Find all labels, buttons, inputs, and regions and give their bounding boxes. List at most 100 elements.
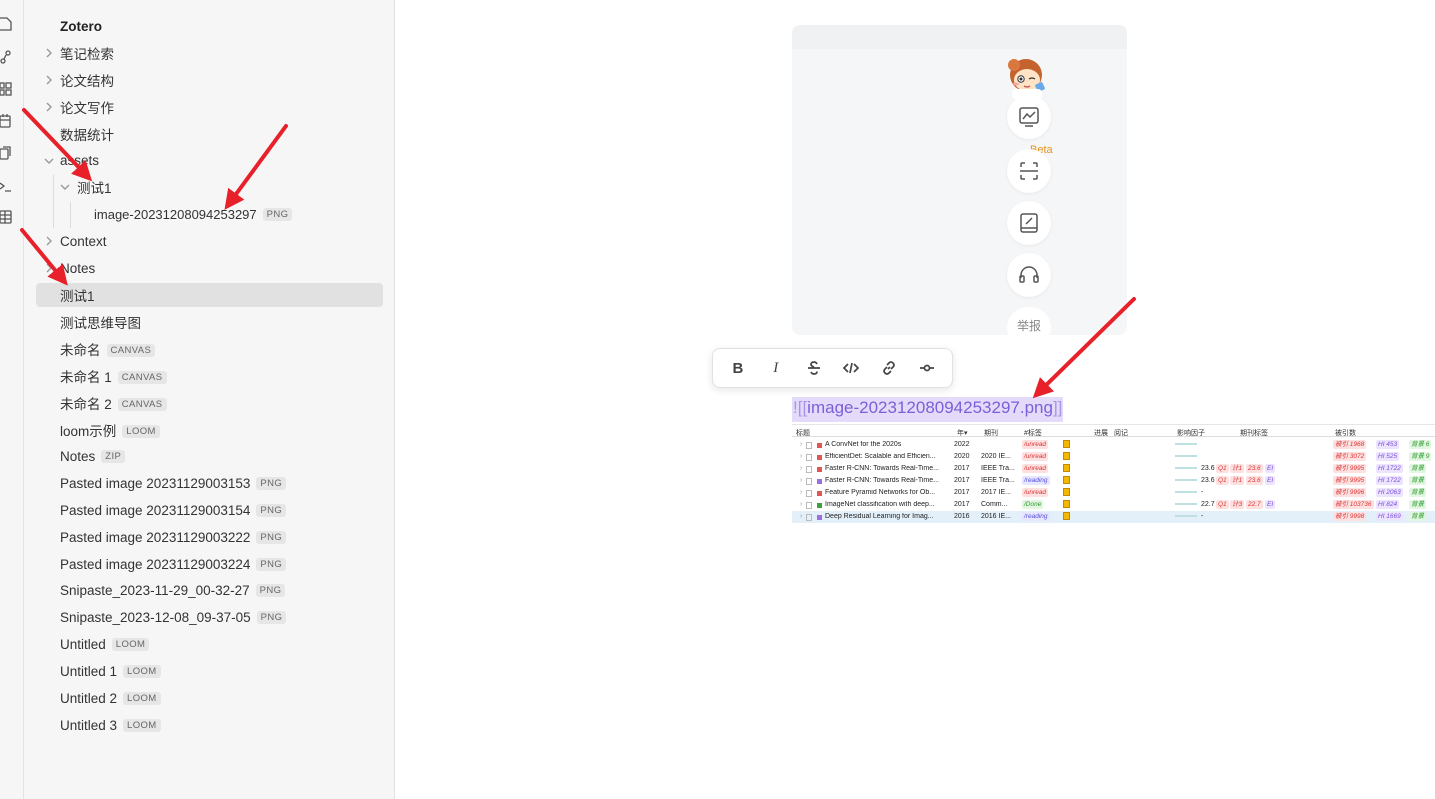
file-type-badge: LOOM bbox=[111, 638, 150, 652]
trend-chart-button[interactable] bbox=[1007, 95, 1051, 139]
tree-item[interactable]: 测试1 bbox=[36, 283, 383, 307]
row-expander: › bbox=[800, 501, 803, 508]
tree-item[interactable]: 数据统计 bbox=[36, 122, 383, 146]
table-icon[interactable] bbox=[0, 210, 12, 224]
item-tag: /unread bbox=[1022, 464, 1049, 473]
commit-button[interactable] bbox=[908, 348, 946, 388]
tree-item-label: Untitled bbox=[60, 637, 106, 653]
terminal-icon[interactable] bbox=[0, 179, 12, 193]
item-color-marker bbox=[817, 479, 822, 486]
chevron-down-icon[interactable] bbox=[59, 181, 71, 193]
extra-tag: 背景 bbox=[1409, 500, 1426, 509]
tree-item[interactable]: 测试思维导图 bbox=[36, 310, 383, 334]
tree-item[interactable]: Untitled 1 LOOM bbox=[36, 660, 383, 684]
chevron-right-icon[interactable] bbox=[43, 74, 55, 86]
cell-mark: 背景 bbox=[1409, 476, 1426, 485]
tree-item-label: image-20231208094253297 bbox=[94, 206, 257, 222]
cell-mark bbox=[1063, 476, 1070, 484]
image-embed-link[interactable]: ![[image-20231208094253297.png]] bbox=[792, 397, 1064, 422]
tree-item[interactable]: 未命名 2 CANVAS bbox=[36, 391, 383, 415]
tree-item-label: 未命名 2 bbox=[60, 396, 112, 412]
table-row: › Faster R-CNN: Towards Real-Time... 2017 I… bbox=[792, 463, 1435, 475]
item-title: Faster R-CNN: Towards Real-Time... bbox=[825, 477, 939, 484]
chevron-right-icon[interactable] bbox=[43, 47, 55, 59]
support-button[interactable] bbox=[1007, 253, 1051, 297]
graph-icon[interactable] bbox=[0, 50, 12, 64]
citation-count: 被引 103736 bbox=[1333, 500, 1374, 509]
tree-item-label: 笔记检索 bbox=[60, 46, 114, 62]
tree-item[interactable]: 论文结构 bbox=[36, 68, 383, 92]
chevron-right-icon[interactable] bbox=[43, 101, 55, 113]
strikethrough-button[interactable] bbox=[795, 348, 833, 388]
notebook-button[interactable] bbox=[1007, 201, 1051, 245]
citation-count: 被引 9996 bbox=[1333, 488, 1367, 497]
item-type-icon bbox=[806, 514, 812, 521]
tree-item[interactable]: assets bbox=[36, 149, 383, 173]
tree-item[interactable]: Zotero bbox=[36, 14, 383, 38]
cell-mark bbox=[1175, 503, 1197, 506]
tree-item[interactable]: 未命名 1 CANVAS bbox=[36, 364, 383, 388]
cell-mark: 计1 bbox=[1230, 476, 1245, 485]
code-button[interactable] bbox=[832, 348, 870, 388]
tree-item-label-wrap: Untitled 1 LOOM bbox=[60, 664, 161, 679]
item-title: EfficientDet: Scalable and Efficien... bbox=[825, 453, 936, 460]
link-filename: image-20231208094253297.png bbox=[807, 398, 1053, 417]
tree-item[interactable]: 笔记检索 bbox=[36, 41, 383, 65]
bold-button[interactable]: B bbox=[719, 348, 757, 388]
cell-mark: /unread bbox=[1022, 452, 1049, 461]
chevron-right-icon[interactable] bbox=[43, 235, 55, 247]
chevron-down-icon[interactable] bbox=[43, 155, 55, 167]
tree-item[interactable]: Notes bbox=[36, 256, 383, 280]
tree-item[interactable]: Untitled 3 LOOM bbox=[36, 713, 383, 737]
scan-button[interactable] bbox=[1007, 149, 1051, 193]
status-icon bbox=[1063, 464, 1070, 474]
cell-mark bbox=[817, 479, 822, 484]
tree-item[interactable]: Snipaste_2023-12-08_09-37-05 PNG bbox=[36, 606, 383, 630]
tree-item[interactable]: 测试1 bbox=[36, 175, 383, 199]
cell-mark: /reading bbox=[1022, 476, 1050, 485]
italic-button[interactable]: I bbox=[757, 348, 795, 388]
item-tag: /reading bbox=[1022, 512, 1050, 521]
impact-bar bbox=[1175, 465, 1197, 472]
copy-icon[interactable] bbox=[0, 146, 12, 160]
notebook-icon bbox=[1020, 213, 1038, 233]
blocks-icon[interactable] bbox=[0, 82, 12, 96]
tree-item[interactable]: Snipaste_2023-11-29_00-32-27 PNG bbox=[36, 579, 383, 603]
item-color-marker bbox=[817, 515, 822, 522]
item-type-icon bbox=[806, 490, 812, 497]
status-icon bbox=[1063, 488, 1070, 498]
tree-item-label-wrap: image-20231208094253297 PNG bbox=[94, 206, 293, 222]
report-button[interactable]: 举报 bbox=[1007, 307, 1051, 335]
item-tag: /Done bbox=[1022, 500, 1044, 509]
item-color-marker bbox=[817, 443, 822, 450]
calendar-icon[interactable] bbox=[0, 114, 12, 128]
cell-mark bbox=[1063, 440, 1070, 448]
col-journal-tags: 期刊标签 bbox=[1240, 430, 1268, 437]
h-index: HI 1722 bbox=[1376, 464, 1403, 473]
tree-item[interactable]: 论文写作 bbox=[36, 95, 383, 119]
tree-item[interactable]: Context bbox=[36, 229, 383, 253]
tree-item[interactable]: image-20231208094253297 PNG bbox=[36, 202, 383, 226]
code-icon bbox=[843, 362, 860, 374]
editor-pane[interactable]: Beta 举报 B I ![[image-20231208094253297.p… bbox=[395, 0, 1435, 799]
tree-item[interactable]: Pasted image 20231129003222 PNG bbox=[36, 525, 383, 549]
link-button[interactable] bbox=[870, 348, 908, 388]
journal-tag: 23.6 bbox=[1246, 464, 1263, 473]
tree-item[interactable]: Notes ZIP bbox=[36, 444, 383, 468]
tree-item[interactable]: 未命名 CANVAS bbox=[36, 337, 383, 361]
cell-mark: EI bbox=[1265, 500, 1276, 509]
citation-count: 被引 9995 bbox=[1333, 464, 1367, 473]
tree-item[interactable]: Pasted image 20231129003153 PNG bbox=[36, 471, 383, 495]
row-expander: › bbox=[800, 477, 803, 484]
file-icon[interactable] bbox=[0, 17, 12, 31]
cell-mark bbox=[1175, 455, 1197, 458]
tree-item[interactable]: Untitled LOOM bbox=[36, 633, 383, 657]
tree-item[interactable]: Untitled 2 LOOM bbox=[36, 687, 383, 711]
file-type-badge: PNG bbox=[256, 611, 287, 625]
chevron-right-icon[interactable] bbox=[43, 262, 55, 274]
row-expander: › bbox=[800, 465, 803, 472]
tree-item[interactable]: loom示例 LOOM bbox=[36, 418, 383, 442]
tree-item[interactable]: Pasted image 20231129003224 PNG bbox=[36, 552, 383, 576]
tree-item[interactable]: Pasted image 20231129003154 PNG bbox=[36, 498, 383, 522]
journal-tag: 23.6 bbox=[1246, 476, 1263, 485]
